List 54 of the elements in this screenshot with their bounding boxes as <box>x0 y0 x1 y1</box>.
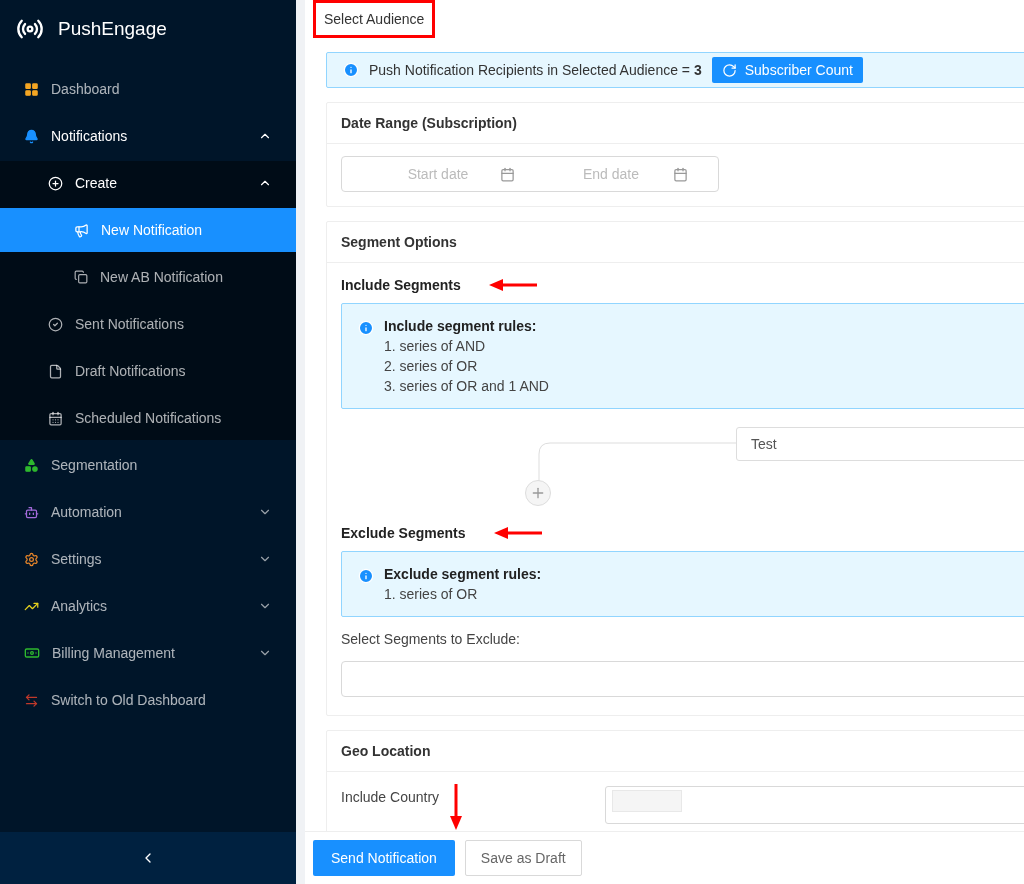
page-title: Select Audience <box>313 0 436 38</box>
menu-item[interactable]: Segmentation <box>0 443 296 487</box>
info-icon <box>343 62 359 78</box>
robot-arm-icon <box>24 504 39 520</box>
bell-icon <box>24 128 39 144</box>
menu-item[interactable]: Analytics <box>0 584 296 628</box>
grid-icon <box>24 81 39 97</box>
date-range-picker[interactable]: Start date End date <box>341 156 719 192</box>
card-title: Date Range (Subscription) <box>327 103 1024 144</box>
menu-item[interactable]: Billing Management <box>0 631 296 675</box>
rule-text: 2. series of OR <box>384 358 479 374</box>
file-icon <box>48 363 63 379</box>
menu-item[interactable]: Switch to Old Dashboard <box>0 678 296 722</box>
copy-icon <box>74 270 88 284</box>
banknote-icon <box>24 645 40 661</box>
arrows-icon <box>24 692 39 708</box>
menu-item[interactable]: Sent Notifications <box>0 302 296 346</box>
card-title: Segment Options <box>327 222 1024 263</box>
section-heading: Exclude Segments <box>341 525 466 541</box>
settings-icon <box>24 551 39 567</box>
refresh-icon <box>721 62 737 78</box>
card-title: Geo Location <box>327 731 1024 772</box>
rule-text: 3. series of OR and 1 AND <box>384 378 549 394</box>
menu-item[interactable]: New AB Notification <box>0 255 296 299</box>
annotation-arrow <box>493 527 544 539</box>
calendar-icon <box>673 166 688 182</box>
menu-item[interactable]: Draft Notifications <box>0 349 296 393</box>
field-label: Include Country <box>341 788 441 805</box>
info-icon <box>358 568 374 584</box>
menu-item[interactable]: Notifications <box>0 114 296 158</box>
annotation-arrow <box>488 279 539 291</box>
field-label: Select Segments to Exclude: <box>341 631 521 647</box>
menu-item[interactable]: Scheduled Notifications <box>0 396 296 440</box>
info-icon <box>358 320 374 336</box>
plus-icon <box>530 485 546 501</box>
menu-item[interactable]: Automation <box>0 490 296 534</box>
annotation-arrow <box>450 784 462 830</box>
megaphone-icon <box>74 222 89 238</box>
draft-button[interactable]: Save as Draft <box>464 840 582 876</box>
rule-text: 1. series of OR <box>384 586 479 602</box>
rules-title: Exclude segment rules: <box>384 566 542 582</box>
menu-item[interactable]: Dashboard <box>0 67 296 111</box>
menu-item[interactable]: Settings <box>0 537 296 581</box>
section-heading: Include Segments <box>341 277 461 293</box>
segment-node[interactable]: Test <box>736 427 1024 461</box>
recipients-text: Push Notification Recipients in Selected Audience = 3 <box>369 62 702 78</box>
rule-text: 1. series of AND <box>384 338 487 354</box>
check-circle-icon <box>48 316 63 332</box>
calendar-icon <box>48 410 63 426</box>
plus-circle-icon <box>48 175 63 191</box>
brand-name: PushEngage <box>58 18 167 40</box>
calendar-icon <box>500 166 515 182</box>
rules-title: Include segment rules: <box>384 318 538 334</box>
menu-item[interactable]: Create <box>0 161 296 205</box>
